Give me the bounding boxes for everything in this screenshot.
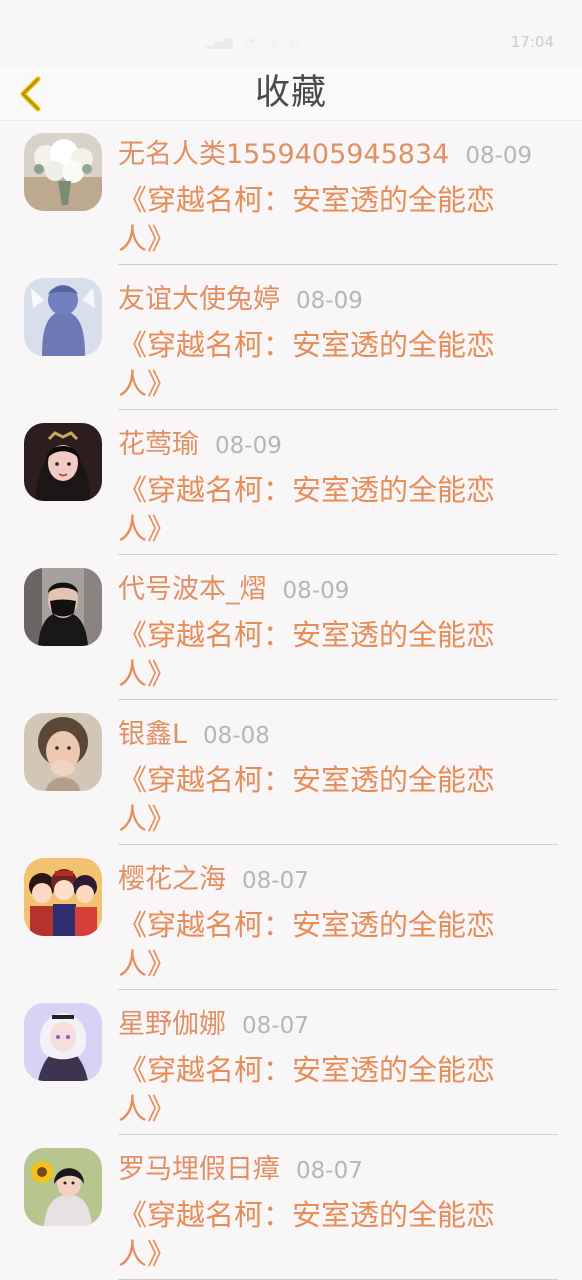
book-title[interactable]: 《穿越名柯：安室透的全能恋人》 [118, 326, 516, 404]
avatar[interactable] [24, 133, 102, 211]
list-item[interactable]: 代号波本_熠 08-09 《穿越名柯：安室透的全能恋人》 [0, 555, 582, 700]
username[interactable]: 罗马埋假日瘴 [118, 1153, 280, 1187]
name-row: 樱花之海 08-07 [118, 863, 558, 903]
wifi-icon: ◔ [244, 35, 256, 49]
battery-icon: ▭ [289, 35, 301, 49]
status-bar: ▂▄▆ ◔ ◷ ▭ 17:04 [0, 0, 582, 68]
child-avatar-icon [24, 713, 102, 791]
date: 08-09 [465, 143, 533, 169]
header: 收藏 [0, 68, 582, 121]
list-item[interactable]: 罗马埋假日瘴 08-07 《穿越名柯：安室透的全能恋人》 [0, 1135, 582, 1280]
username[interactable]: 星野伽娜 [118, 1008, 226, 1042]
flowers-avatar-icon [24, 133, 102, 211]
cartoon-group-avatar-icon [24, 858, 102, 936]
list-item[interactable]: 樱花之海 08-07 《穿越名柯：安室透的全能恋人》 [0, 845, 582, 990]
avatar[interactable] [24, 568, 102, 646]
username[interactable]: 友谊大使兔婷 [118, 283, 280, 317]
book-title[interactable]: 《穿越名柯：安室透的全能恋人》 [118, 1196, 516, 1274]
username[interactable]: 无名人类1559405945834 [118, 138, 449, 172]
item-content: 花莺瑜 08-09 《穿越名柯：安室透的全能恋人》 [118, 428, 558, 549]
item-content: 罗马埋假日瘴 08-07 《穿越名柯：安室透的全能恋人》 [118, 1153, 558, 1274]
item-content: 友谊大使兔婷 08-09 《穿越名柯：安室透的全能恋人》 [118, 283, 558, 404]
favorites-list: 无名人类1559405945834 08-09 《穿越名柯：安室透的全能恋人》 … [0, 120, 582, 1280]
name-row: 友谊大使兔婷 08-09 [118, 283, 558, 323]
masked-man-avatar-icon [24, 568, 102, 646]
list-item[interactable]: 银鑫L 08-08 《穿越名柯：安室透的全能恋人》 [0, 700, 582, 845]
alarm-icon: ◷ [267, 35, 278, 49]
book-title[interactable]: 《穿越名柯：安室透的全能恋人》 [118, 471, 516, 549]
date: 08-08 [203, 723, 270, 749]
book-title[interactable]: 《穿越名柯：安室透的全能恋人》 [118, 761, 516, 839]
name-row: 星野伽娜 08-07 [118, 1008, 558, 1048]
date: 08-07 [242, 868, 309, 894]
date: 08-07 [242, 1013, 309, 1039]
username[interactable]: 银鑫L [118, 718, 187, 752]
item-content: 代号波本_熠 08-09 《穿越名柯：安室透的全能恋人》 [118, 573, 558, 694]
status-icons: ▂▄▆ ◔ ◷ ▭ [205, 27, 555, 57]
avatar[interactable] [24, 713, 102, 791]
name-row: 代号波本_熠 08-09 [118, 573, 558, 613]
username[interactable]: 花莺瑜 [118, 428, 199, 462]
sunflower-girl-avatar-icon [24, 1148, 102, 1226]
name-row: 无名人类1559405945834 08-09 [118, 138, 558, 178]
page-title: 收藏 [254, 73, 327, 113]
book-title[interactable]: 《穿越名柯：安室透的全能恋人》 [118, 1051, 516, 1129]
list-item[interactable]: 友谊大使兔婷 08-09 《穿越名柯：安室透的全能恋人》 [0, 265, 582, 410]
item-content: 无名人类1559405945834 08-09 《穿越名柯：安室透的全能恋人》 [118, 138, 558, 259]
avatar[interactable] [24, 1003, 102, 1081]
book-title[interactable]: 《穿越名柯：安室透的全能恋人》 [118, 616, 516, 694]
avatar[interactable] [24, 278, 102, 356]
item-content: 银鑫L 08-08 《穿越名柯：安室透的全能恋人》 [118, 718, 558, 839]
date: 08-09 [282, 578, 350, 604]
name-row: 花莺瑜 08-09 [118, 428, 558, 468]
name-row: 银鑫L 08-08 [118, 718, 558, 758]
username[interactable]: 代号波本_熠 [118, 573, 267, 607]
book-title[interactable]: 《穿越名柯：安室透的全能恋人》 [118, 181, 516, 259]
blue-anime-avatar-icon [24, 278, 102, 356]
list-item[interactable]: 花莺瑜 08-09 《穿越名柯：安室透的全能恋人》 [0, 410, 582, 555]
avatar[interactable] [24, 1148, 102, 1226]
date: 08-09 [215, 433, 282, 459]
signal-icon: ▂▄▆ [205, 35, 233, 49]
list-item[interactable]: 星野伽娜 08-07 《穿越名柯：安室透的全能恋人》 [0, 990, 582, 1135]
avatar[interactable] [24, 858, 102, 936]
status-time: 17:04 [510, 33, 554, 51]
name-row: 罗马埋假日瘴 08-07 [118, 1153, 558, 1193]
costume-woman-avatar-icon [24, 423, 102, 501]
list-item[interactable]: 无名人类1559405945834 08-09 《穿越名柯：安室透的全能恋人》 [0, 120, 582, 265]
anime-girl-avatar-icon [24, 1003, 102, 1081]
book-title[interactable]: 《穿越名柯：安室透的全能恋人》 [118, 906, 516, 984]
item-content: 星野伽娜 08-07 《穿越名柯：安室透的全能恋人》 [118, 1008, 558, 1129]
avatar[interactable] [24, 423, 102, 501]
date: 08-09 [296, 288, 363, 314]
item-content: 樱花之海 08-07 《穿越名柯：安室透的全能恋人》 [118, 863, 558, 984]
date: 08-07 [296, 1158, 363, 1184]
username[interactable]: 樱花之海 [118, 863, 226, 897]
